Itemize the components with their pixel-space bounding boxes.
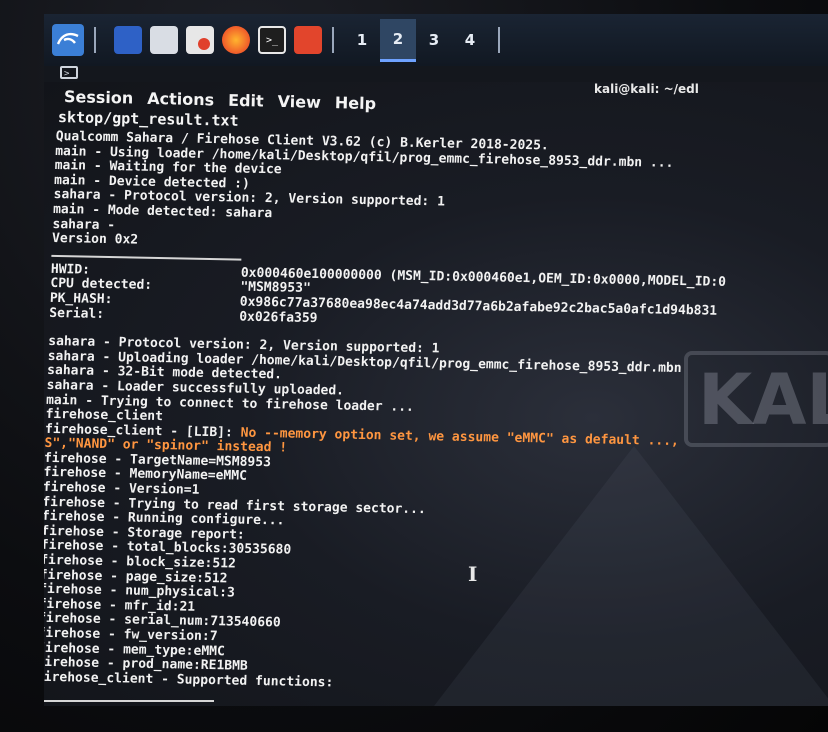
terminal-icon[interactable]: >_	[258, 26, 286, 54]
terminal-output[interactable]: Qualcomm Sahara / Firehose Client V3.62 …	[44, 129, 828, 700]
workspace-1[interactable]: 1	[344, 20, 380, 60]
taskbar: >_ 1 2 3 4	[44, 14, 828, 67]
menu-view[interactable]: View	[277, 91, 321, 111]
terminal-titlebar: >	[44, 66, 828, 82]
menu-edit[interactable]: Edit	[228, 90, 264, 110]
workspace-2[interactable]: 2	[380, 18, 416, 62]
separator-rule	[51, 254, 242, 261]
kali-menu-icon[interactable]	[52, 24, 84, 56]
workspace-4[interactable]: 4	[452, 20, 488, 60]
panel-separator	[94, 27, 96, 53]
ibeam-cursor-icon: I	[468, 562, 478, 586]
panel-separator	[498, 27, 500, 53]
firefox-icon[interactable]	[222, 26, 250, 54]
file-manager-icon[interactable]	[150, 26, 178, 54]
menu-help[interactable]: Help	[335, 93, 377, 113]
terminal-window[interactable]: > kali@kali: ~/edl Session Actions Edit …	[44, 66, 828, 706]
show-desktop-icon[interactable]	[114, 26, 142, 54]
text-editor-icon[interactable]	[186, 26, 214, 54]
prompt-rule	[44, 700, 214, 702]
window-title: kali@kali: ~/edl	[594, 82, 699, 96]
menu-session[interactable]: Session	[64, 87, 134, 108]
workspace-3[interactable]: 3	[416, 20, 452, 60]
terminal-window-icon: >	[60, 66, 78, 79]
menu-actions[interactable]: Actions	[147, 88, 214, 109]
info-value: 0x026fa359	[238, 309, 318, 326]
file-path-line: sktop/gpt_result.txt	[57, 108, 239, 130]
app-icon[interactable]	[294, 26, 322, 54]
panel-separator	[332, 27, 334, 53]
